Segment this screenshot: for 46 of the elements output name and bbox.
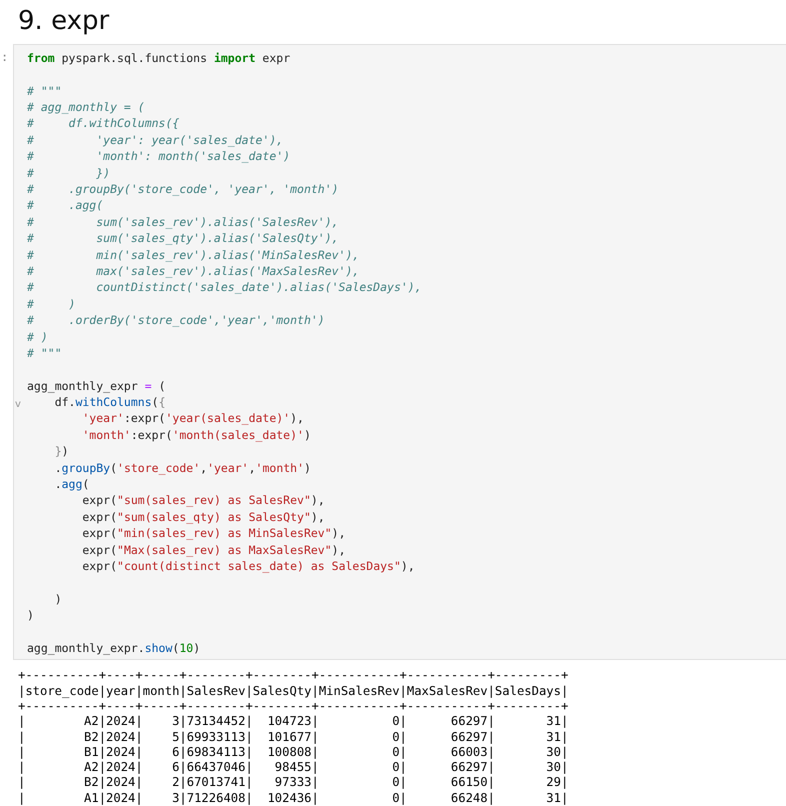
- code-line: # """: [27, 82, 63, 100]
- output-line: | B2|2024| 5|69933113| 101677| 0| 66297| 31|: [18, 730, 570, 745]
- code-line: # 'month': month('sales_date'): [27, 148, 292, 165]
- code-line: # min('sales_rev').alias('MinSalesRev'),: [27, 246, 360, 263]
- code-line: # .groupBy('store_code', 'year', 'month'): [27, 181, 340, 198]
- code-line: }): [54, 443, 70, 460]
- code-line: expr("sum(sales_rev) as SalesRev"),: [81, 492, 326, 509]
- code-line: agg_monthly_expr.show(10): [27, 640, 202, 656]
- code-line: ): [54, 590, 63, 608]
- code-line: df.withColumns({: [54, 394, 167, 410]
- code-cell[interactable]: [13, 44, 786, 660]
- code-line: # countDistinct('sales_date').alias('SalesDays'),: [27, 279, 423, 296]
- code-line: 'month':expr('month(sales_date)'): [81, 426, 312, 444]
- code-line: expr("count(distinct sales_date) as SalesDays"),: [81, 558, 416, 574]
- code-line: # }): [27, 164, 112, 181]
- output-line: |store_code|year|month|SalesRev|SalesQty|MinSalesRev|MaxSalesRev|SalesDays|: [18, 684, 570, 699]
- code-line: expr("sum(sales_qty) as SalesQty"),: [81, 508, 326, 526]
- code-line: # """: [27, 344, 63, 362]
- output-line: +----------+----+-----+--------+--------+-----------+-----------+---------+: [18, 668, 570, 684]
- collapse-marker[interactable]: v: [15, 398, 21, 410]
- code-line: # .agg(: [27, 197, 104, 214]
- code-line: # max('sales_rev').alias('MaxSalesRev'),: [27, 262, 360, 280]
- code-line: expr("Max(sales_rev) as MaxSalesRev"),: [81, 542, 347, 558]
- output-line: +----------+----+-----+--------+--------+-----------+-----------+---------+: [18, 698, 570, 714]
- code-line: from pyspark.sql.functions import expr: [27, 50, 292, 66]
- cell-prompt: :: [1, 50, 8, 64]
- code-line: .agg(: [54, 476, 90, 492]
- output-line: | A2|2024| 3|73134452| 104723| 0| 66297| 31|: [18, 714, 570, 730]
- code-line: agg_monthly_expr = (: [27, 378, 166, 394]
- code-line: 'year':expr('year(sales_date)'),: [81, 410, 305, 427]
- code-line: expr("min(sales_rev) as MinSalesRev"),: [81, 525, 347, 542]
- code-line: # df.withColumns({: [27, 115, 180, 132]
- output-line: | A1|2024| 3|71226408| 102436| 0| 66248| 31|: [18, 790, 570, 806]
- output-line: | B2|2024| 2|67013741| 97333| 0| 66150| 29|: [18, 775, 570, 791]
- code-line: # 'year': year('sales_date'),: [27, 132, 284, 148]
- notebook-heading: 9. expr: [18, 5, 110, 38]
- code-line: ): [27, 607, 35, 624]
- output-line: | A2|2024| 6|66437046| 98455| 0| 66297| 30|: [18, 760, 570, 776]
- code-line: # sum('sales_rev').alias('SalesRev'),: [27, 214, 340, 230]
- code-line: # .orderBy('store_code','year','month'): [27, 312, 326, 329]
- code-line: .groupBy('store_code','year','month'): [54, 460, 312, 476]
- code-line: # ): [27, 328, 49, 345]
- code-line: # sum('sales_qty').alias('SalesQty'),: [27, 230, 340, 247]
- output-line: | B1|2024| 6|69834113| 100808| 0| 66003| 30|: [18, 744, 570, 760]
- code-line: # agg_monthly = (: [27, 99, 146, 116]
- code-line: # ): [27, 296, 76, 312]
